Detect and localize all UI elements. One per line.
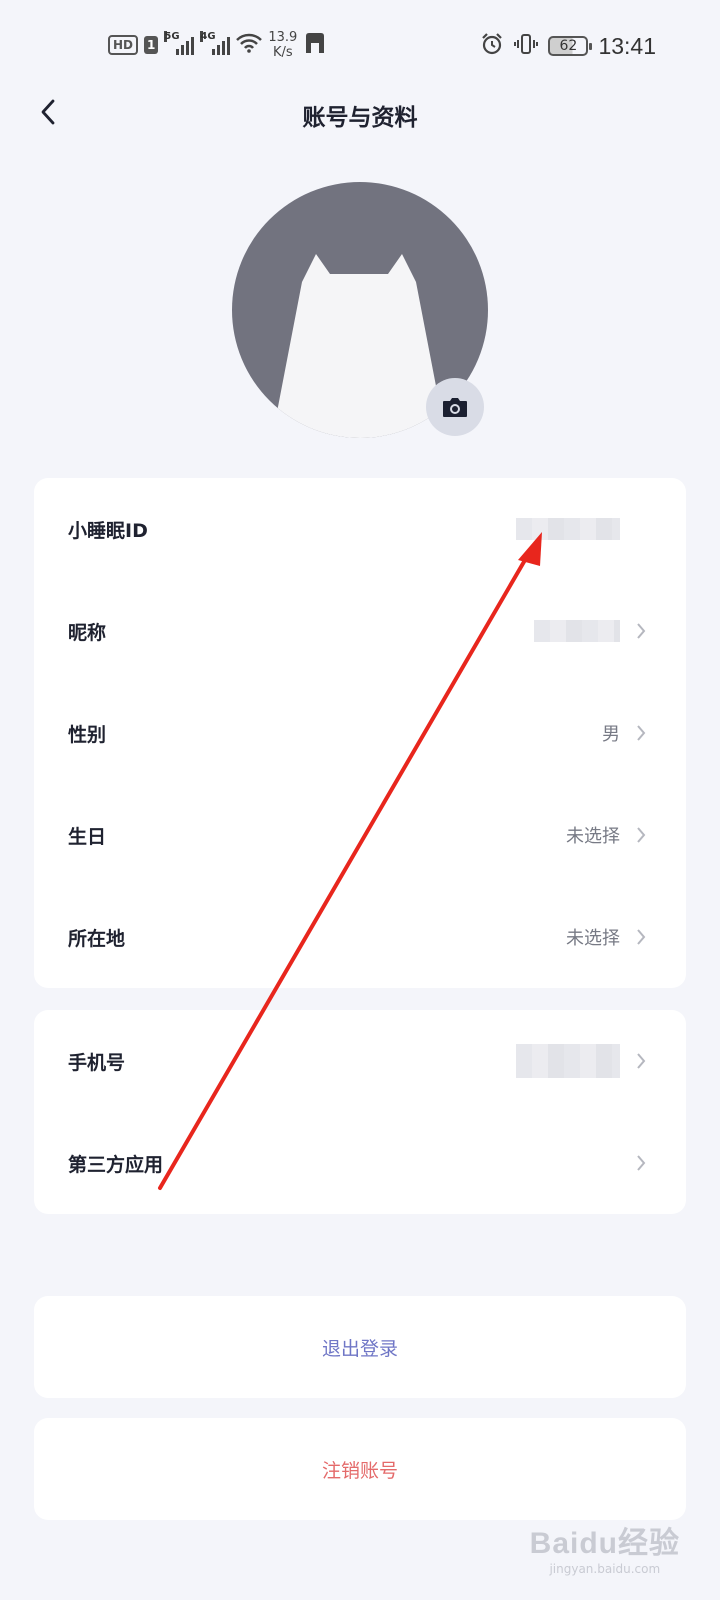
network-speed: 13.9 K/s [268, 30, 297, 60]
phone-value-redacted [516, 1044, 620, 1078]
birthday-value: 未选择 [566, 826, 620, 847]
row-location[interactable]: 所在地 未选择 [34, 886, 686, 988]
speed-unit: K/s [273, 45, 293, 60]
row-label: 性别 [68, 723, 107, 746]
baidu-watermark: Baidu经验 jingyan.baidu.com [530, 1518, 680, 1576]
row-label: 第三方应用 [68, 1153, 164, 1176]
page-title: 账号与资料 [302, 105, 418, 131]
row-sleep-id[interactable]: 小睡眠ID [34, 478, 686, 580]
row-label: 小睡眠ID [68, 519, 148, 542]
alarm-icon [480, 32, 504, 60]
row-label: 手机号 [68, 1051, 126, 1074]
camera-icon [443, 398, 467, 417]
nickname-value-redacted [534, 620, 620, 642]
top-bar: 账号与资料 [0, 86, 720, 138]
signal-5g-icon: 5G [164, 31, 195, 55]
notification-app-icon [303, 31, 327, 59]
gender-value: 男 [602, 724, 620, 745]
chevron-right-icon [636, 1153, 648, 1173]
change-avatar-button[interactable] [426, 378, 484, 436]
status-right: 62 13:41 [480, 32, 656, 60]
profile-card: 小睡眠ID 昵称 性别 男 生日 未选择 所在地 未选择 [34, 478, 686, 988]
row-phone[interactable]: 手机号 [34, 1010, 686, 1112]
row-nickname[interactable]: 昵称 [34, 580, 686, 682]
location-value: 未选择 [566, 928, 620, 949]
status-bar: HD 1 5G 4G 13.9 K/s 62 13:41 [0, 0, 720, 92]
hd-badge: HD [108, 35, 139, 55]
status-left: HD 1 5G 4G 13.9 K/s [108, 30, 327, 60]
row-third-party-apps[interactable]: 第三方应用 [34, 1112, 686, 1214]
row-label: 生日 [68, 825, 107, 848]
row-label: 昵称 [68, 621, 107, 644]
signal-4g-icon: 4G [200, 31, 231, 55]
chevron-right-icon [636, 825, 648, 845]
chevron-right-icon [636, 621, 648, 641]
speed-value: 13.9 [268, 30, 298, 45]
account-card: 手机号 第三方应用 [34, 1010, 686, 1214]
chevron-right-icon [636, 723, 648, 743]
logout-button[interactable]: 退出登录 [34, 1296, 686, 1398]
chevron-right-icon [636, 1051, 648, 1071]
row-label: 所在地 [68, 927, 126, 950]
battery-icon: 62 [548, 36, 593, 56]
chevron-right-icon [636, 927, 648, 947]
row-gender[interactable]: 性别 男 [34, 682, 686, 784]
vibrate-icon [514, 32, 539, 60]
avatar-section [232, 182, 488, 438]
wifi-icon [236, 33, 263, 57]
delete-account-button[interactable]: 注销账号 [34, 1418, 686, 1520]
row-birthday[interactable]: 生日 未选择 [34, 784, 686, 886]
watermark-url: jingyan.baidu.com [549, 1562, 661, 1576]
sleep-id-value-redacted [516, 518, 620, 540]
watermark-logo: Baidu经验 [529, 1527, 680, 1560]
sim-badge: 1 [144, 36, 159, 54]
clock: 13:41 [598, 32, 656, 59]
